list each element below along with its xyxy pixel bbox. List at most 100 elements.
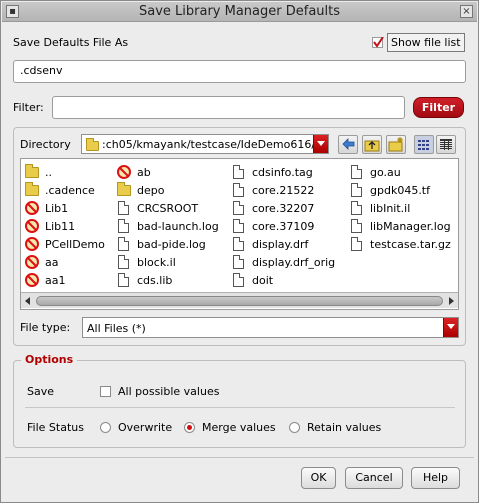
- no-access-icon: [25, 201, 39, 215]
- file-icon: [351, 237, 362, 251]
- overwrite-label: Overwrite: [118, 421, 173, 434]
- file-name: .cadence: [45, 184, 95, 197]
- title-bar: ▪ Save Library Manager Defaults ×: [2, 2, 477, 22]
- detail-view-button[interactable]: [436, 135, 456, 154]
- dialog-window: ▪ Save Library Manager Defaults × Save D…: [0, 0, 479, 503]
- file-name: gpdk045.tf: [370, 184, 430, 197]
- show-file-list-checkbox[interactable]: [372, 37, 384, 48]
- chevron-down-icon[interactable]: [443, 318, 458, 337]
- file-name: ab: [137, 166, 151, 179]
- file-icon: [233, 237, 244, 251]
- file-name: display.drf: [252, 238, 309, 251]
- overwrite-radio[interactable]: [100, 422, 111, 433]
- file-name: libInit.il: [370, 202, 411, 215]
- retain-values-label: Retain values: [307, 421, 382, 434]
- scrollbar-thumb[interactable]: [36, 296, 443, 306]
- file-icon: [351, 219, 362, 233]
- file-name: ..: [45, 166, 52, 179]
- filter-input[interactable]: [52, 96, 405, 119]
- file-icon: [351, 183, 362, 197]
- file-name: display.drf_orig: [252, 256, 336, 269]
- file-name: CRCSROOT: [137, 202, 199, 215]
- file-name: Lib11: [45, 220, 76, 233]
- file-type-value: All Files (*): [87, 322, 146, 335]
- folder-icon: [25, 182, 39, 196]
- folder-icon: [117, 182, 131, 196]
- back-arrow-icon: [342, 138, 355, 150]
- file-icon: [118, 237, 129, 251]
- save-option-label: Save: [27, 385, 55, 398]
- detail-view-icon: [440, 139, 452, 150]
- file-icon: [233, 201, 244, 215]
- directory-label: Directory: [20, 138, 71, 151]
- file-name: aa: [45, 256, 59, 269]
- file-name: go.au: [370, 166, 401, 179]
- file-name: doit: [252, 274, 274, 287]
- file-name: testcase.tar.gz: [370, 238, 451, 251]
- file-name: bad-launch.log: [137, 220, 219, 233]
- list-view-button[interactable]: [414, 135, 434, 154]
- cancel-button[interactable]: Cancel: [345, 467, 403, 489]
- show-file-list-label[interactable]: Show file list: [387, 33, 465, 52]
- file-icon: [233, 255, 244, 269]
- file-name: core.21522: [252, 184, 315, 197]
- file-icon: [118, 201, 129, 215]
- all-possible-values-label: All possible values: [118, 385, 220, 398]
- options-divider: [25, 407, 455, 408]
- up-folder-button[interactable]: [362, 135, 382, 154]
- new-folder-button[interactable]: [386, 135, 406, 154]
- scroll-right-icon[interactable]: [449, 297, 454, 305]
- folder-up-icon: [364, 140, 380, 152]
- file-name: bad-pide.log: [137, 238, 206, 251]
- help-button[interactable]: Help: [411, 467, 460, 489]
- new-folder-icon: [388, 137, 403, 152]
- file-name: block.il: [137, 256, 176, 269]
- back-button[interactable]: [338, 135, 358, 154]
- ok-button[interactable]: OK: [301, 467, 336, 489]
- file-status-label: File Status: [27, 421, 84, 434]
- directory-combo[interactable]: :ch05/kmayank/testcase/IdeDemo616/: [81, 134, 329, 154]
- file-icon: [233, 219, 244, 233]
- window-title: Save Library Manager Defaults: [138, 4, 341, 19]
- options-title: Options: [21, 353, 78, 366]
- merge-values-radio[interactable]: [184, 422, 195, 433]
- scroll-left-icon[interactable]: [25, 297, 30, 305]
- file-name: core.32207: [252, 202, 315, 215]
- file-icon: [351, 201, 362, 215]
- options-group: [13, 360, 466, 448]
- file-name: core.37109: [252, 220, 315, 233]
- footer-divider: [5, 457, 474, 458]
- chevron-down-icon[interactable]: [313, 135, 328, 153]
- file-icon: [233, 165, 244, 179]
- save-as-field[interactable]: .cdsenv: [13, 60, 466, 83]
- no-access-icon: [117, 165, 131, 179]
- file-list[interactable]: .. .cadence Lib1 Lib11 PCellDemo aa aa1 ab depo C…: [20, 158, 459, 310]
- filter-label: Filter:: [13, 101, 44, 114]
- file-type-combo[interactable]: All Files (*): [82, 317, 459, 338]
- close-icon[interactable]: ×: [460, 5, 473, 18]
- file-icon: [233, 273, 244, 287]
- file-name: cdsinfo.tag: [252, 166, 313, 179]
- file-icon: [233, 183, 244, 197]
- file-icon: [118, 255, 129, 269]
- file-name: Lib1: [45, 202, 69, 215]
- file-icon: [351, 165, 362, 179]
- save-as-label: Save Defaults File As: [13, 36, 129, 49]
- file-name: PCellDemo: [45, 238, 105, 251]
- no-access-icon: [25, 273, 39, 287]
- retain-values-radio[interactable]: [289, 422, 300, 433]
- horizontal-scrollbar[interactable]: [21, 292, 458, 308]
- folder-icon: [86, 138, 99, 151]
- file-icon: [118, 273, 129, 287]
- checkmark-icon: [373, 37, 384, 48]
- save-as-value: .cdsenv: [20, 64, 63, 77]
- file-name: aa1: [45, 274, 66, 287]
- directory-value: :ch05/kmayank/testcase/IdeDemo616/: [102, 138, 316, 151]
- no-access-icon: [25, 255, 39, 269]
- all-possible-values-checkbox[interactable]: [100, 386, 111, 397]
- file-name: libManager.log: [370, 220, 451, 233]
- filter-button[interactable]: Filter: [413, 97, 464, 118]
- file-name: depo: [137, 184, 165, 197]
- file-type-label: File type:: [20, 321, 71, 334]
- no-access-icon: [25, 219, 39, 233]
